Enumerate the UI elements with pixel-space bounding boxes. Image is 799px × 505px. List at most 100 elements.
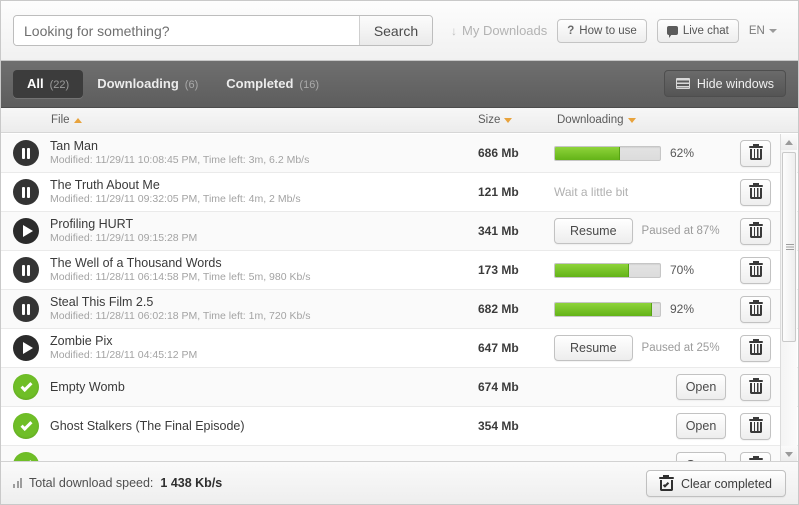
clear-completed-label: Clear completed (680, 476, 772, 491)
trash-icon (748, 378, 763, 394)
open-button[interactable]: Open (676, 413, 726, 439)
download-manager-window: Search ↓ My Downloads ? How to use Live … (0, 0, 799, 505)
delete-button[interactable] (740, 334, 771, 362)
delete-button[interactable] (740, 256, 771, 284)
delete-cell (740, 368, 771, 406)
delete-button[interactable] (740, 295, 771, 323)
search-button[interactable]: Search (359, 16, 432, 45)
delete-button[interactable] (740, 373, 771, 401)
open-cell: Open (676, 407, 726, 445)
tab-all-count: (22) (49, 79, 70, 91)
delete-cell (740, 212, 771, 250)
file-name: Profiling HURT (50, 217, 134, 231)
trash-icon (748, 417, 763, 433)
caret-up-icon (785, 139, 793, 145)
status-icon-pause[interactable] (13, 179, 39, 205)
file-name-cell: Profiling HURT Modified: 11/29/11 09:15:2… (50, 217, 465, 245)
resume-button[interactable]: Resume (554, 218, 633, 244)
hide-windows-button[interactable]: Hide windows (663, 70, 786, 97)
chevron-down-icon (768, 28, 777, 33)
progress-bar (554, 262, 661, 278)
trash-icon (748, 300, 763, 316)
status-icon-play[interactable] (13, 218, 39, 244)
file-name: Empty Womb (50, 380, 125, 394)
scrollbar-thumb[interactable] (782, 152, 796, 342)
table-row[interactable]: The Well of a Thousand Words Modified: 11… (1, 251, 798, 290)
delete-button[interactable] (740, 139, 771, 167)
column-header-downloading[interactable]: Downloading (557, 114, 636, 126)
file-meta: Modified: 11/28/11 04:45:12 PM (50, 349, 198, 361)
wait-message: Wait a little bit (554, 185, 629, 199)
chat-bubble-icon (666, 26, 678, 38)
delete-button[interactable] (740, 178, 771, 206)
delete-cell (740, 446, 771, 462)
status-icon-play[interactable] (13, 335, 39, 361)
file-size: 647 Mb (478, 341, 519, 355)
speed-label: Total download speed: (29, 476, 154, 490)
column-header-file[interactable]: File (51, 114, 82, 126)
tab-downloading[interactable]: Downloading (6) (83, 70, 212, 98)
table-row[interactable]: Zombie Pix Modified: 11/28/11 04:45:12 PM… (1, 329, 798, 368)
scrollbar-grip-icon (786, 244, 794, 250)
vertical-scrollbar[interactable] (780, 134, 797, 462)
scroll-down-button[interactable] (781, 446, 797, 462)
table-row[interactable]: Tan Man Modified: 11/29/11 10:08:45 PM, T… (1, 134, 798, 173)
column-header-downloading-label: Downloading (557, 114, 624, 126)
delete-cell (740, 134, 771, 172)
status-icon-completed (13, 413, 39, 439)
table-row[interactable]: Steal This Film 2.5 Modified: 11/28/11 06… (1, 290, 798, 329)
table-row[interactable]: The Truth About Me Modified: 11/29/11 09:… (1, 173, 798, 212)
top-navigation: ↓ My Downloads ? How to use Live chat EN (451, 18, 777, 43)
file-meta: Modified: 11/29/11 09:15:28 PM (50, 232, 198, 244)
status-icon-pause[interactable] (13, 257, 39, 283)
tabs-bar: All (22) Downloading (6) Completed (16) … (1, 61, 798, 108)
progress-percent: 92% (670, 302, 695, 316)
my-downloads-link[interactable]: ↓ My Downloads (451, 23, 547, 38)
trash-check-icon (658, 474, 674, 491)
delete-button[interactable] (740, 412, 771, 440)
table-row[interactable]: Empty Womb 674 Mb Open (1, 368, 798, 407)
open-button[interactable]: Open (676, 374, 726, 400)
file-name-cell: Zombie Pix Modified: 11/28/11 04:45:12 PM (50, 334, 465, 362)
column-header-size[interactable]: Size (478, 114, 513, 126)
search-input[interactable] (14, 16, 359, 45)
table-row[interactable]: Profiling HURT Modified: 11/29/11 09:15:2… (1, 212, 798, 251)
tab-all[interactable]: All (22) (13, 70, 84, 98)
progress-bar (554, 145, 661, 161)
speed-value: 1 438 Kb/s (160, 476, 223, 490)
table-row[interactable]: Ghost Stalkers (The Final Episode) 354 Mb… (1, 407, 798, 446)
language-selector[interactable]: EN (749, 25, 777, 37)
scroll-up-button[interactable] (781, 134, 797, 150)
file-name: Steal This Film 2.5 (50, 295, 154, 309)
live-chat-button[interactable]: Live chat (656, 18, 739, 43)
tab-completed-count: (16) (299, 79, 319, 91)
resume-button[interactable]: Resume (554, 335, 633, 361)
trash-icon (748, 339, 763, 355)
file-meta: Modified: 11/28/11 06:14:58 PM, Time lef… (50, 271, 311, 283)
clear-completed-button[interactable]: Clear completed (645, 470, 786, 497)
signal-bars-icon (13, 478, 22, 488)
file-name: The Well of a Thousand Words (50, 256, 222, 270)
trash-icon (748, 183, 763, 199)
trash-icon (748, 144, 763, 160)
table-row-partial[interactable]: Open (1, 446, 798, 462)
total-download-speed: Total download speed: 1 438 Kb/s (13, 476, 222, 490)
delete-button[interactable] (740, 217, 771, 245)
how-to-use-button[interactable]: ? How to use (557, 18, 647, 43)
progress-cell: Wait a little bit (554, 173, 754, 211)
tab-downloading-count: (6) (184, 79, 199, 91)
download-list[interactable]: Tan Man Modified: 11/29/11 10:08:45 PM, T… (1, 134, 798, 462)
status-icon-pause[interactable] (13, 296, 39, 322)
file-name: Tan Man (50, 139, 98, 153)
tab-completed[interactable]: Completed (16) (212, 70, 333, 98)
file-name: The Truth About Me (50, 178, 160, 192)
delete-cell (740, 173, 771, 211)
file-size: 173 Mb (478, 263, 519, 277)
status-icon-pause[interactable] (13, 140, 39, 166)
file-name-cell: Ghost Stalkers (The Final Episode) (50, 418, 465, 434)
how-to-use-label: How to use (579, 24, 637, 37)
paused-status: Paused at 25% (641, 342, 720, 354)
trash-icon (748, 222, 763, 238)
progress-cell: Resume Paused at 87% (554, 212, 754, 250)
delete-cell (740, 290, 771, 328)
